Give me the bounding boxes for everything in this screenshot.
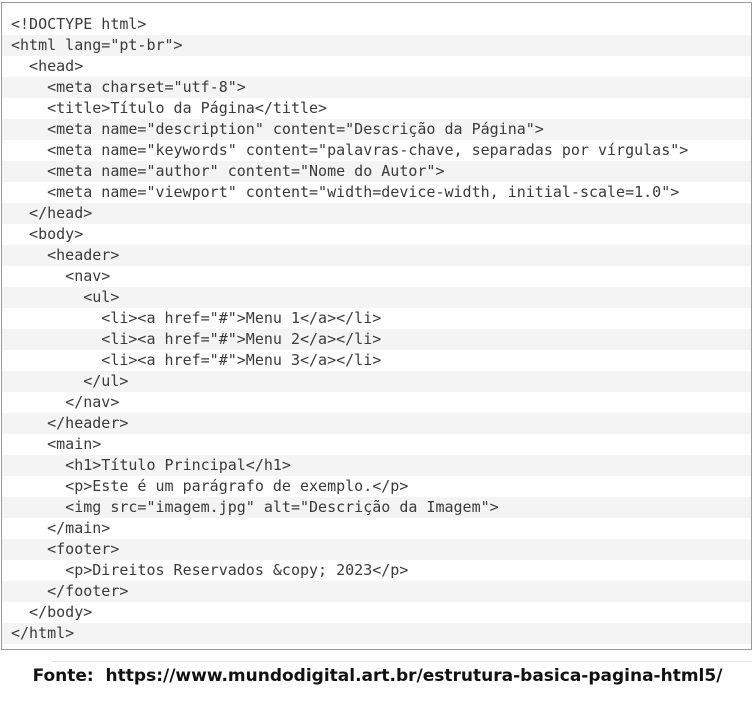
code-line: <li><a href="#">Menu 2</a></li> (2, 329, 751, 350)
code-line: </html> (2, 623, 751, 644)
code-line: <body> (2, 224, 751, 245)
code-line: <!DOCTYPE html> (2, 14, 751, 35)
code-line: <head> (2, 56, 751, 77)
code-line: <p>Este é um parágrafo de exemplo.</p> (2, 476, 751, 497)
code-line: </body> (2, 602, 751, 623)
caption-divider (52, 661, 752, 662)
code-line: <meta name="keywords" content="palavras-… (2, 140, 751, 161)
code-line: </footer> (2, 581, 751, 602)
code-line: </head> (2, 203, 751, 224)
code-line: <header> (2, 245, 751, 266)
code-line: </nav> (2, 392, 751, 413)
code-line: </header> (2, 413, 751, 434)
code-line: <li><a href="#">Menu 3</a></li> (2, 350, 751, 371)
code-line: <footer> (2, 539, 751, 560)
code-line: </ul> (2, 371, 751, 392)
source-caption: Fonte: https://www.mundodigital.art.br/e… (32, 666, 723, 686)
code-line: <h1>Título Principal</h1> (2, 455, 751, 476)
code-line: <main> (2, 434, 751, 455)
code-block: <!DOCTYPE html> <html lang="pt-br"> <head… (1, 2, 752, 650)
code-line: <meta charset="utf-8"> (2, 77, 751, 98)
code-line: <meta name="author" content="Nome do Aut… (2, 161, 751, 182)
code-line: <img src="imagem.jpg" alt="Descrição da … (2, 497, 751, 518)
code-line: <nav> (2, 266, 751, 287)
code-line: <p>Direitos Reservados &copy; 2023</p> (2, 560, 751, 581)
code-line: <ul> (2, 287, 751, 308)
code-line: <html lang="pt-br"> (2, 35, 751, 56)
code-line: <meta name="viewport" content="width=dev… (2, 182, 751, 203)
code-line: <meta name="description" content="Descri… (2, 119, 751, 140)
code-line: <title>Título da Página</title> (2, 98, 751, 119)
code-line: </main> (2, 518, 751, 539)
code-line: <li><a href="#">Menu 1</a></li> (2, 308, 751, 329)
